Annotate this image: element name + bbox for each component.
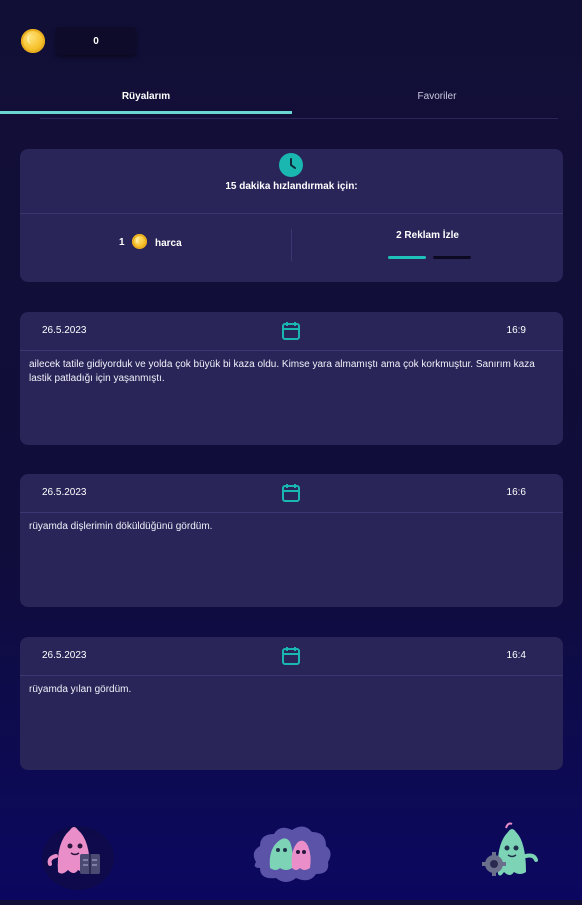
calendar-icon — [282, 647, 300, 665]
bottom-nav — [0, 812, 582, 900]
dream-time: 16:6 — [506, 487, 526, 498]
ad-progress-segment-remaining — [433, 256, 471, 259]
clock-icon — [279, 153, 303, 177]
tab-favorites[interactable]: Favoriler — [292, 78, 582, 114]
dream-time: 16:4 — [506, 650, 526, 661]
dream-date: 26.5.2023 — [42, 487, 87, 498]
dream-date: 26.5.2023 — [42, 650, 87, 661]
coin-balance: 0 — [56, 27, 136, 55]
dream-date: 26.5.2023 — [42, 325, 87, 336]
calendar-icon — [282, 484, 300, 502]
divider — [20, 512, 563, 513]
nav-home-button[interactable] — [246, 812, 336, 900]
ghost-settings-icon — [482, 822, 538, 876]
ad-progress-segment-watched — [388, 256, 426, 259]
dream-text: rüyamda yılan gördüm. — [29, 684, 132, 695]
divider — [40, 118, 558, 119]
ghost-pair-cloud-icon — [253, 826, 331, 882]
active-tab-indicator — [0, 111, 292, 114]
nav-dreams-button[interactable] — [30, 812, 120, 900]
watch-ads-button[interactable]: 2 Reklam İzle — [292, 214, 563, 282]
coin-icon — [132, 234, 147, 249]
tab-dreams[interactable]: Rüyalarım — [0, 78, 292, 114]
coin-balance-value: 0 — [93, 35, 99, 47]
dream-card[interactable]: 26.5.2023 16:4 rüyamda yılan gördüm. — [20, 637, 563, 770]
dream-text: ailecek tatile gidiyorduk ve yolda çok b… — [29, 359, 535, 384]
dream-time: 16:9 — [506, 325, 526, 336]
speedup-title: 15 dakika hızlandırmak için: — [225, 181, 358, 192]
calendar-icon — [282, 322, 300, 340]
divider — [20, 350, 563, 351]
dream-card[interactable]: 26.5.2023 16:6 rüyamda dişlerimin döküld… — [20, 474, 563, 607]
nav-settings-button[interactable] — [470, 812, 560, 900]
dream-text: rüyamda dişlerimin döküldüğünü gördüm. — [29, 521, 213, 532]
spend-amount: 1 — [119, 237, 125, 248]
dream-card[interactable]: 26.5.2023 16:9 ailecek tatile gidiyorduk… — [20, 312, 563, 445]
coin-icon — [21, 29, 45, 53]
speedup-card: 15 dakika hızlandırmak için: 1 harca 2 R… — [20, 149, 563, 282]
spend-coin-button[interactable]: 1 harca — [20, 214, 291, 282]
spend-label: harca — [155, 238, 182, 249]
divider — [20, 675, 563, 676]
watch-ads-label: 2 Reklam İzle — [396, 230, 459, 241]
ghost-book-icon — [42, 826, 114, 890]
